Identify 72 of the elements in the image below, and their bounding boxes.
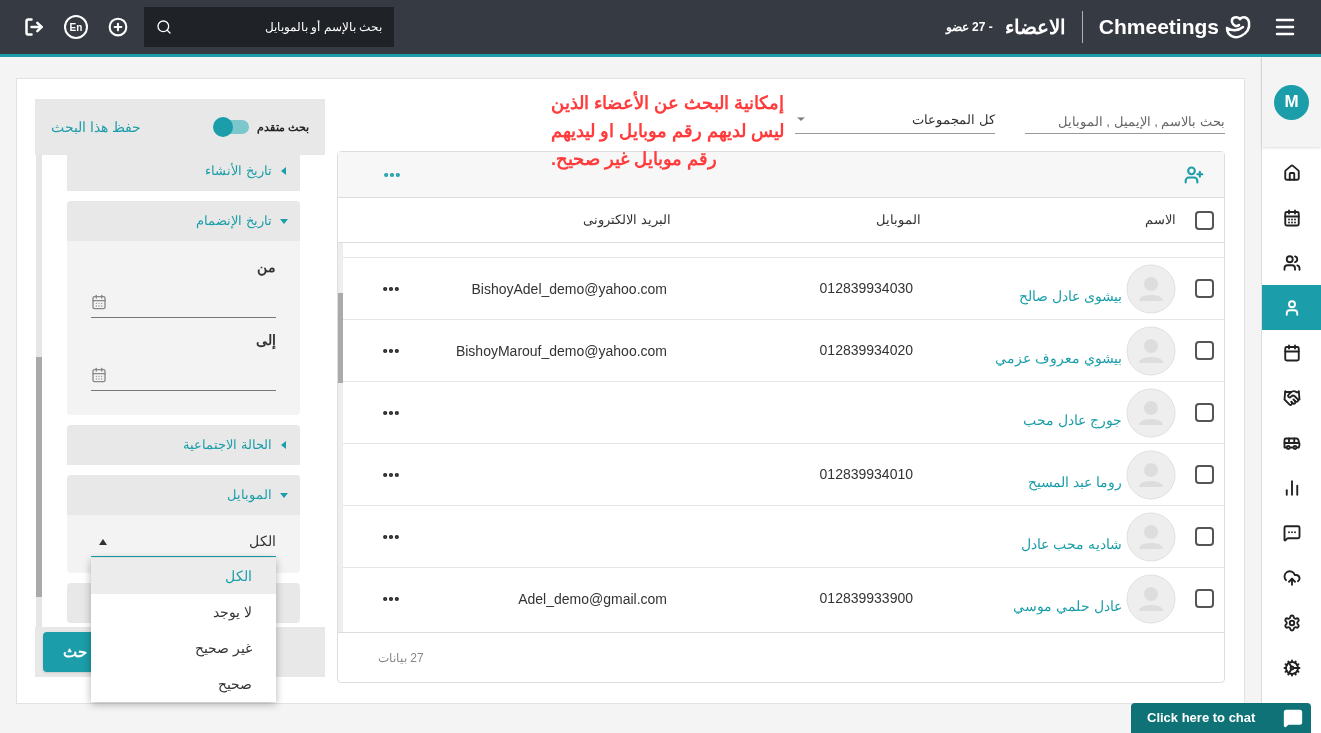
chat-bubble-icon [1282, 523, 1301, 542]
row-checkbox[interactable] [1194, 589, 1214, 608]
member-count: - 27 عضو [945, 19, 993, 36]
scrollbar-thumb[interactable] [36, 357, 42, 597]
handshake-icon [1282, 388, 1301, 407]
accordion-header[interactable]: تاريخ الأنشاء [67, 155, 300, 191]
chat-icon [1283, 708, 1303, 728]
accordion-header[interactable]: تاريخ الإنضمام [67, 201, 300, 241]
row-checkbox[interactable] [1194, 279, 1214, 298]
language-button[interactable]: En [64, 15, 88, 39]
avatar-placeholder-icon [1126, 573, 1176, 624]
annotation-text: ليس لديهم رقم موبايل او ليديهم [551, 120, 784, 144]
column-header: الاسم [1145, 212, 1176, 228]
avatar-placeholder-icon [1126, 263, 1176, 314]
scrollbar-thumb[interactable] [338, 293, 343, 383]
member-name-link[interactable]: عادل حلمي موسي [1013, 596, 1122, 617]
email-cell: Adel_demo@gmail.com [518, 590, 667, 607]
accordion-header[interactable]: الحالة الاجتماعية [67, 425, 300, 465]
calendar-icon [1282, 208, 1301, 227]
member-name-link[interactable]: روما عبد المسيح [1028, 472, 1122, 493]
column-header: البريد الالكترونى [583, 212, 671, 228]
record-count: 27 بيانات [378, 649, 424, 667]
member-name-link[interactable]: جورج عادل محب [1023, 410, 1122, 431]
mobile-cell: 012839934020 [819, 342, 913, 358]
page-title: الاعضاء [1004, 15, 1066, 40]
row-checkbox[interactable] [1194, 465, 1214, 484]
search-icon [156, 19, 172, 35]
chat-button[interactable]: Click here to chat [1131, 703, 1311, 733]
member-name-link[interactable]: شاديه محب عادل [1021, 534, 1122, 555]
mobile-select[interactable]: الكل [91, 527, 276, 557]
row-checkbox[interactable] [1194, 341, 1214, 360]
email-cell: BishoyAdel_demo@yahoo.com [471, 280, 667, 297]
annotation-text: إمكانية البحث عن الأعضاء الذين [551, 90, 784, 116]
accordion-header[interactable]: الموبايل [67, 475, 300, 515]
select-all-checkbox[interactable] [1194, 210, 1214, 230]
avatar-placeholder-icon [1126, 449, 1176, 500]
user-avatar[interactable]: M [1274, 84, 1309, 120]
settings-icon [1282, 613, 1301, 632]
member-name-link[interactable]: بيشوي معروف عزمي [995, 348, 1122, 369]
row-checkbox[interactable] [1194, 403, 1214, 422]
dropdown-option[interactable]: الكل [91, 558, 276, 594]
column-header: الموبايل [876, 212, 921, 228]
mobile-cell: 012839933900 [819, 590, 913, 606]
mobile-cell: 012839934010 [819, 466, 913, 482]
group-select[interactable]: كل المجموعات [795, 101, 995, 134]
logo-text: Chmeetings [1098, 14, 1219, 41]
add-member-icon[interactable] [1184, 164, 1204, 185]
logout-icon[interactable] [24, 17, 44, 37]
cloud-upload-icon [1282, 568, 1301, 587]
annotation-text: رقم موبايل غير صحيح. [551, 148, 717, 172]
mobile-cell: 012839934030 [819, 280, 913, 296]
dropdown-option[interactable]: لا يوجد [91, 594, 276, 630]
field-label: إلى [255, 331, 276, 351]
member-name-link[interactable]: بيشوى عادل صالح [1019, 286, 1122, 307]
field-label: من [256, 258, 276, 278]
group-icon [1282, 253, 1301, 272]
avatar-placeholder-icon [1126, 325, 1176, 376]
calendar-icon [1282, 343, 1301, 362]
save-search-link[interactable]: حفظ هذا البحث [51, 116, 141, 138]
gear-icon [1282, 658, 1301, 677]
avatar-placeholder-icon [1126, 387, 1176, 438]
home-icon [1282, 163, 1301, 182]
logo-icon [1223, 14, 1253, 40]
advanced-search-toggle[interactable] [212, 117, 249, 137]
email-cell: BishoyMarouf_demo@yahoo.com [455, 342, 667, 359]
toggle-label: بحث متقدم [256, 119, 309, 136]
calendar-icon [91, 366, 107, 383]
row-checkbox[interactable] [1194, 527, 1214, 546]
add-icon[interactable] [108, 17, 128, 37]
calendar-icon [91, 293, 107, 310]
search-field[interactable]: بحث بالاسم , الإيميل , الموبايل [1025, 101, 1225, 134]
avatar-placeholder-icon [1126, 511, 1176, 562]
